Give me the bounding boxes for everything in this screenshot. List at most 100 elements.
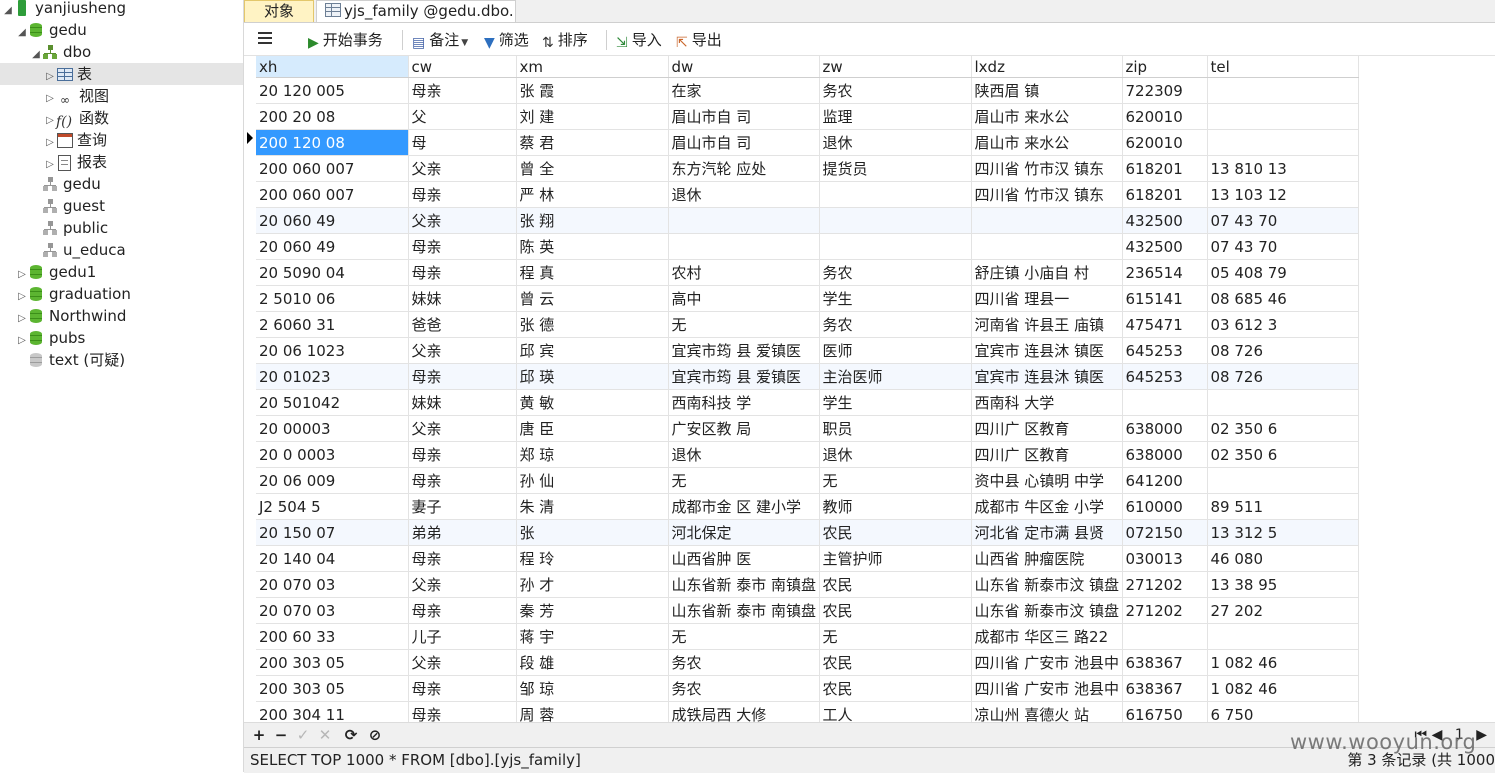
table-row[interactable]: 20 06 009 母亲孙 仙无无资中县 心镇明 中学 641200: [256, 467, 1359, 494]
table-cell-xh[interactable]: 20 120 005: [256, 77, 409, 104]
table-cell-lxdz[interactable]: 山东省 新泰市汶 镇盘: [971, 597, 1123, 624]
table-cell-xh[interactable]: 20 070 03: [256, 597, 409, 624]
table-cell-xh[interactable]: 200 303 05: [256, 649, 409, 676]
table-cell-xh[interactable]: 200 120 08: [256, 129, 409, 156]
table-cell-lxdz[interactable]: [971, 233, 1123, 260]
table-cell-cw[interactable]: 妹妹: [408, 285, 517, 312]
table-cell-lxdz[interactable]: 四川省 竹市汉 镇东: [971, 181, 1123, 208]
table-cell-lxdz[interactable]: 成都市 牛区金 小学: [971, 493, 1123, 520]
table-cell-lxdz[interactable]: 凉山州 喜德火 站: [971, 701, 1123, 722]
table-cell-xm[interactable]: 邱 宾: [516, 337, 669, 364]
tree-node[interactable]: public: [0, 217, 108, 239]
table-cell-xm[interactable]: 邹 琼: [516, 675, 669, 702]
table-row[interactable]: 20 501042 妹妹黄 敏西南科技 学学生 西南科 大学: [256, 389, 1359, 416]
table-cell-tel[interactable]: 08 726: [1207, 337, 1359, 364]
table-cell-cw[interactable]: 母亲: [408, 545, 517, 572]
table-cell-zw[interactable]: 农民: [819, 597, 972, 624]
table-cell-zip[interactable]: 610000: [1122, 493, 1208, 520]
table-cell-tel[interactable]: 07 43 70: [1207, 207, 1359, 234]
table-cell-dw[interactable]: [668, 207, 820, 234]
sort-button[interactable]: ⇅ 排序: [542, 29, 588, 51]
tree-node[interactable]: ▷ graduation: [0, 283, 131, 305]
table-cell-lxdz[interactable]: 河南省 许县王 庙镇: [971, 311, 1123, 338]
table-cell-dw[interactable]: 东方汽轮 应处: [668, 155, 820, 182]
table-cell-zip[interactable]: 475471: [1122, 311, 1208, 338]
tree-node[interactable]: ▷ 表: [0, 63, 243, 85]
table-cell-tel[interactable]: 05 408 79: [1207, 259, 1359, 286]
table-cell-cw[interactable]: 妹妹: [408, 389, 517, 416]
table-row[interactable]: 20 5090 04 母亲程 真农村 务农 舒庄镇 小庙自 村 236514 05 408…: [256, 259, 1359, 286]
table-cell-lxdz[interactable]: 四川省 广安市 池县中: [971, 649, 1123, 676]
table-cell-zip[interactable]: 271202: [1122, 571, 1208, 598]
table-cell-zw[interactable]: 教师: [819, 493, 972, 520]
table-cell-lxdz[interactable]: [971, 207, 1123, 234]
table-row[interactable]: 2 6060 31 爸爸张 德无务农 河南省 许县王 庙镇 475471 03 612 …: [256, 311, 1359, 338]
table-row[interactable]: 200 60 33 儿子蒋 宇无无成都市 华区三 路22: [256, 623, 1359, 650]
table-cell-dw[interactable]: 无: [668, 623, 820, 650]
table-cell-xh[interactable]: J2 504 5: [256, 493, 409, 520]
table-cell-zip[interactable]: 641200: [1122, 467, 1208, 494]
table-cell-lxdz[interactable]: 四川省 理县一: [971, 285, 1123, 312]
table-cell-tel[interactable]: 07 43 70: [1207, 233, 1359, 260]
table-cell-zip[interactable]: 271202: [1122, 597, 1208, 624]
table-cell-cw[interactable]: 母亲: [408, 467, 517, 494]
tree-node[interactable]: ▷ f() 函数: [0, 107, 109, 130]
table-row[interactable]: 20 070 03 父亲孙 才山东省新 泰市 南镇盘 农民 山东省 新泰市汶 镇盘 27…: [256, 571, 1359, 598]
tree-node[interactable]: ◢ dbo: [0, 41, 91, 63]
table-cell-lxdz[interactable]: 四川广 区教育: [971, 415, 1123, 442]
table-row[interactable]: 20 0 0003 母亲郑 琼退休 退休 四川广 区教育 638000 02 350 6: [256, 441, 1359, 468]
table-cell-cw[interactable]: 父亲: [408, 155, 517, 182]
table-cell-cw[interactable]: 母亲: [408, 363, 517, 390]
table-cell-tel[interactable]: 27 202: [1207, 597, 1359, 624]
table-cell-zip[interactable]: 620010: [1122, 129, 1208, 156]
table-cell-xm[interactable]: 严 林: [516, 181, 669, 208]
table-cell-dw[interactable]: 宜宾市筠 县 爱镇医: [668, 337, 820, 364]
table-cell-tel[interactable]: 08 685 46: [1207, 285, 1359, 312]
table-cell-zip[interactable]: 620010: [1122, 103, 1208, 130]
table-cell-tel[interactable]: 13 312 5: [1207, 519, 1359, 546]
table-cell-xh[interactable]: 20 150 07: [256, 519, 409, 546]
table-cell-lxdz[interactable]: 眉山市 来水公: [971, 103, 1123, 130]
refresh-button[interactable]: ⟳: [342, 725, 360, 745]
table-cell-zip[interactable]: 722309: [1122, 77, 1208, 104]
table-cell-dw[interactable]: 西南科技 学: [668, 389, 820, 416]
import-button[interactable]: ⇲ 导入: [616, 29, 662, 51]
table-cell-xm[interactable]: 张 翔: [516, 207, 669, 234]
table-cell-cw[interactable]: 儿子: [408, 623, 517, 650]
table-cell-xh[interactable]: 20 140 04: [256, 545, 409, 572]
table-cell-dw[interactable]: [668, 233, 820, 260]
table-cell-cw[interactable]: 父亲: [408, 415, 517, 442]
table-cell-zip[interactable]: 645253: [1122, 337, 1208, 364]
table-cell-zw[interactable]: 农民: [819, 519, 972, 546]
table-cell-xh[interactable]: 200 20 08: [256, 103, 409, 130]
table-cell-xm[interactable]: 蒋 宇: [516, 623, 669, 650]
table-cell-dw[interactable]: 山东省新 泰市 南镇盘: [668, 597, 820, 624]
table-cell-dw[interactable]: 无: [668, 311, 820, 338]
table-row[interactable]: 20 060 49 父亲张 翔 432500 07 43 70: [256, 207, 1359, 234]
tree-node[interactable]: ▷ pubs: [0, 327, 85, 349]
table-cell-zip[interactable]: 615141: [1122, 285, 1208, 312]
table-cell-zip[interactable]: 618201: [1122, 181, 1208, 208]
table-cell-xh[interactable]: 20 5090 04: [256, 259, 409, 286]
table-cell-zw[interactable]: 学生: [819, 285, 972, 312]
table-row[interactable]: 20 060 49 母亲陈 英 432500 07 43 70: [256, 233, 1359, 260]
tree-node[interactable]: gedu: [0, 173, 101, 195]
table-cell-lxdz[interactable]: 宜宾市 连县沐 镇医: [971, 337, 1123, 364]
table-cell-xm[interactable]: 张: [516, 519, 669, 546]
table-cell-cw[interactable]: 父: [408, 103, 517, 130]
table-cell-cw[interactable]: 母亲: [408, 675, 517, 702]
table-cell-dw[interactable]: 农村: [668, 259, 820, 286]
table-cell-xm[interactable]: 蔡 君: [516, 129, 669, 156]
table-cell-dw[interactable]: 高中: [668, 285, 820, 312]
table-cell-zw[interactable]: 农民: [819, 571, 972, 598]
tree-node[interactable]: ▷ 报表: [0, 151, 107, 173]
table-cell-zw[interactable]: 农民: [819, 649, 972, 676]
begin-transaction-button[interactable]: ▶ 开始事务: [308, 29, 383, 51]
table-cell-xh[interactable]: 20 070 03: [256, 571, 409, 598]
tree-node[interactable]: ▷ Northwind: [0, 305, 126, 327]
table-cell-lxdz[interactable]: 四川省 竹市汉 镇东: [971, 155, 1123, 182]
table-cell-xm[interactable]: 孙 才: [516, 571, 669, 598]
column-header-dw[interactable]: dw: [668, 56, 820, 78]
table-cell-cw[interactable]: 父亲: [408, 207, 517, 234]
table-cell-cw[interactable]: 弟弟: [408, 519, 517, 546]
